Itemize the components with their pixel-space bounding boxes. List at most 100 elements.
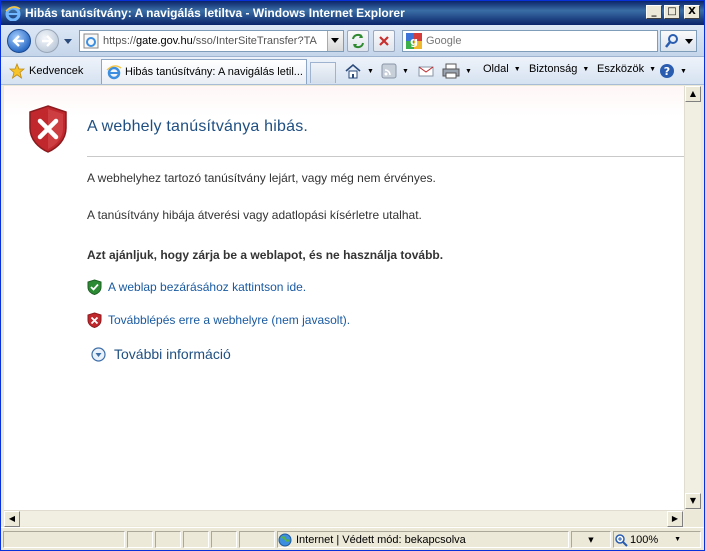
close-button[interactable]: X	[684, 5, 700, 19]
recommendation-text: Azt ajánljuk, hogy zárja be a weblapot, …	[87, 248, 444, 262]
continue-link[interactable]: Továbblépés erre a webhelyre (nem javaso…	[87, 312, 350, 328]
address-dropdown-button[interactable]	[327, 31, 343, 51]
error-warning: A tanúsítvány hibája átverési vagy adatl…	[87, 208, 422, 222]
url-prefix: https://	[103, 35, 137, 47]
chevron-down-icon	[331, 38, 339, 43]
home-button[interactable]: ▼	[344, 63, 374, 79]
red-shield-x-icon	[87, 312, 102, 328]
minimize-button[interactable]: _	[646, 5, 662, 19]
chevron-down-icon: ▼	[582, 65, 590, 73]
close-page-link-text[interactable]: A weblap bezárásához kattintson ide.	[108, 280, 306, 294]
url-host: gate.gov.hu	[136, 35, 193, 47]
back-button[interactable]	[7, 29, 31, 53]
scroll-right-button[interactable]: ▶	[667, 511, 683, 527]
scroll-left-button[interactable]: ◀	[4, 511, 20, 527]
chevron-down-icon: ▼	[680, 67, 687, 75]
status-cell	[183, 531, 209, 548]
chevron-down-icon: ▼	[674, 536, 682, 543]
maximize-button[interactable]: □	[664, 5, 680, 19]
zoom-control[interactable]: 100% ▼	[613, 531, 701, 548]
status-cell	[155, 531, 181, 548]
svg-text:?: ?	[664, 65, 670, 78]
continue-link-text[interactable]: Továbblépés erre a webhelyre (nem javaso…	[108, 313, 350, 327]
command-toolbar: Kedvencek Hibás tanúsítvány: A navigálás…	[1, 57, 704, 85]
error-shield-icon	[29, 105, 67, 153]
tools-menu[interactable]: Eszközök ▼	[597, 63, 656, 75]
error-description: A webhelyhez tartozó tanúsítvány lejárt,…	[87, 171, 436, 185]
chevron-down-icon: ▼	[588, 535, 594, 544]
title-bar[interactable]: Hibás tanúsítvány: A navigálás letiltva …	[1, 1, 704, 25]
help-button[interactable]: ? ▼	[659, 63, 687, 79]
chevron-down-icon: ▼	[465, 67, 472, 75]
search-button[interactable]	[660, 30, 684, 52]
new-tab-button[interactable]	[310, 62, 336, 83]
chevron-down-icon	[685, 39, 693, 44]
home-icon	[345, 63, 361, 79]
printer-icon	[442, 63, 460, 79]
address-bar[interactable]: https://gate.gov.hu/sso/InterSiteTransfe…	[79, 30, 344, 52]
ie-page-icon	[106, 65, 122, 80]
mail-icon	[418, 66, 434, 77]
favorites-button[interactable]: Kedvencek	[9, 63, 83, 79]
tab-current[interactable]: Hibás tanúsítvány: A navigálás letil...	[101, 59, 307, 84]
browser-window: Hibás tanúsítvány: A navigálás letiltva …	[0, 0, 705, 551]
url-text[interactable]: https://gate.gov.hu/sso/InterSiteTransfe…	[103, 35, 323, 47]
status-cell	[211, 531, 237, 548]
page-content: A webhely tanúsítványa hibás. A webhelyh…	[4, 86, 684, 510]
forward-button[interactable]	[35, 29, 59, 53]
url-path: /sso/InterSiteTransfer?TA	[192, 35, 317, 47]
safety-menu[interactable]: Biztonság ▼	[529, 63, 589, 75]
chevron-down-icon: ▼	[649, 65, 657, 73]
status-cell	[127, 531, 153, 548]
chevron-down-icon: ▼	[402, 67, 409, 75]
stop-button[interactable]	[373, 30, 395, 52]
page-menu[interactable]: Oldal ▼	[483, 63, 521, 75]
search-icon	[665, 34, 678, 48]
back-arrow-icon	[12, 35, 24, 47]
horizontal-scrollbar[interactable]: ◀ ▶	[4, 510, 684, 527]
scroll-down-button[interactable]: ▼	[685, 493, 701, 509]
green-shield-check-icon	[87, 279, 102, 295]
refresh-icon	[352, 33, 364, 49]
safety-menu-label: Biztonság	[529, 63, 578, 75]
google-icon: g	[406, 33, 422, 49]
zoom-level: 100%	[630, 533, 659, 546]
more-information-label: További információ	[114, 346, 231, 362]
ie-logo-icon	[5, 6, 21, 21]
page-ie-icon	[83, 33, 99, 49]
svg-text:g: g	[410, 35, 418, 48]
read-mail-button[interactable]	[418, 63, 434, 79]
scrollbar-corner	[684, 510, 701, 526]
chevron-down-icon: ▼	[367, 67, 374, 75]
help-icon: ?	[660, 64, 674, 78]
search-placeholder: Google	[426, 35, 462, 47]
protected-mode-dropdown[interactable]: ▼	[571, 531, 611, 548]
search-options-dropdown[interactable]	[683, 30, 697, 52]
search-box[interactable]: g Google	[402, 30, 658, 52]
refresh-button[interactable]	[347, 30, 369, 52]
scroll-up-button[interactable]: ▲	[685, 86, 701, 102]
favorites-label: Kedvencek	[29, 65, 84, 77]
globe-icon	[278, 533, 292, 546]
zoom-icon	[615, 533, 628, 547]
status-cell	[239, 531, 275, 548]
stop-x-icon	[379, 36, 389, 46]
vertical-scrollbar[interactable]: ▲ ▼	[684, 86, 701, 510]
status-text-cell	[3, 531, 125, 548]
error-title: A webhely tanúsítványa hibás.	[87, 118, 309, 135]
security-zone-label: Internet | Védett mód: bekapcsolva	[296, 533, 466, 546]
forward-arrow-icon	[42, 35, 54, 47]
close-page-link[interactable]: A weblap bezárásához kattintson ide.	[87, 279, 306, 295]
divider	[87, 156, 684, 157]
more-information-toggle[interactable]: További információ	[91, 346, 231, 362]
security-zone[interactable]: Internet | Védett mód: bekapcsolva	[277, 531, 569, 548]
expand-circle-icon	[91, 346, 106, 362]
window-title: Hibás tanúsítvány: A navigálás letiltva …	[25, 6, 405, 20]
favorites-star-icon	[9, 63, 25, 79]
print-button[interactable]: ▼	[442, 63, 472, 79]
tab-title: Hibás tanúsítvány: A navigálás letil...	[125, 66, 303, 78]
recent-pages-dropdown-icon[interactable]	[64, 37, 72, 45]
status-bar: Internet | Védett mód: bekapcsolva ▼ 100…	[1, 527, 704, 550]
chevron-down-icon: ▼	[513, 65, 521, 73]
feeds-button[interactable]: ▼	[381, 63, 409, 79]
